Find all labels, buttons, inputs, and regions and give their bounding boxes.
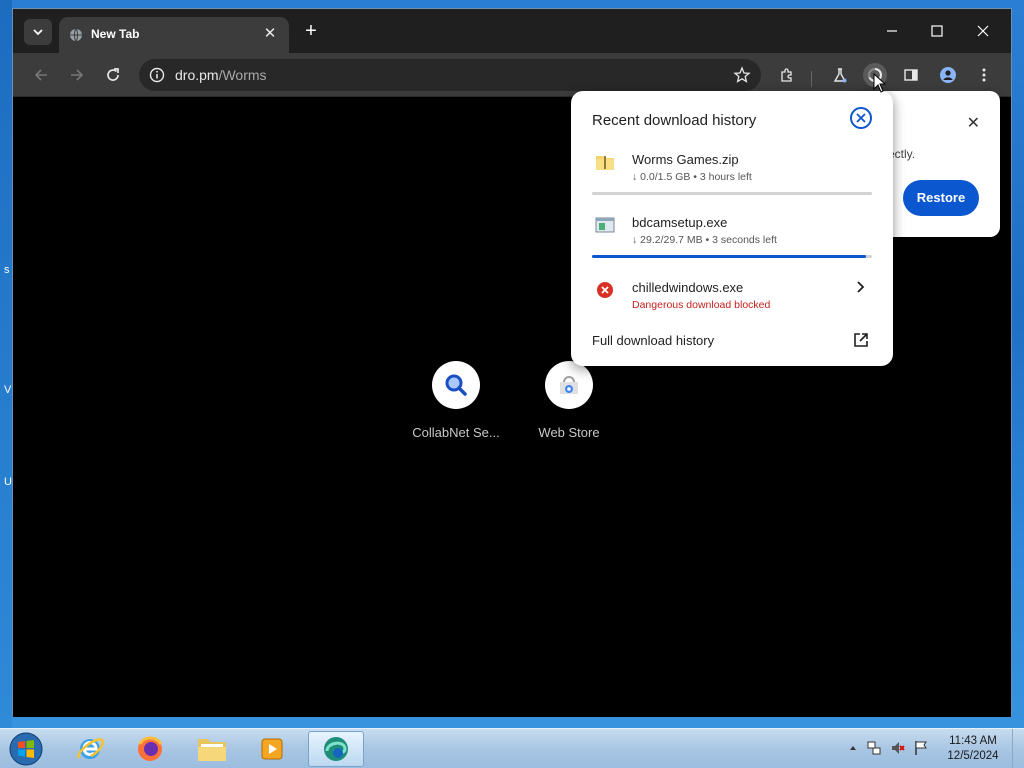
shortcut-tile (432, 361, 480, 409)
blocked-icon (597, 282, 613, 298)
close-icon (856, 113, 866, 123)
download-filename: Worms Games.zip (632, 152, 739, 167)
download-status: Dangerous download blocked (632, 299, 771, 311)
shortcut-web-store[interactable]: Web Store (519, 361, 619, 440)
close-window-button[interactable] (971, 19, 995, 43)
download-item[interactable]: Worms Games.zip ↓ 0.0/1.5 GB • 3 hours l… (571, 152, 893, 212)
restore-close-button[interactable]: ✕ (967, 113, 980, 133)
avatar-icon (940, 67, 956, 83)
chevron-down-icon (33, 29, 43, 36)
download-progress-bar (592, 192, 872, 195)
reload-button[interactable] (101, 63, 125, 87)
taskbar-media-player[interactable] (244, 731, 300, 767)
download-status: ↓ 29.2/29.7 MB • 3 seconds left (632, 234, 777, 246)
download-bubble-close-button[interactable] (850, 107, 872, 129)
firefox-icon (138, 736, 163, 761)
shortcut-tile (545, 361, 593, 409)
maximize-button[interactable] (925, 19, 949, 43)
back-button[interactable] (29, 63, 53, 87)
shortcut-label: Web Store (538, 425, 600, 440)
chevron-right-icon[interactable] (853, 280, 867, 294)
restore-button[interactable]: Restore (903, 180, 979, 216)
desktop-edge-glyph: s (4, 264, 10, 276)
profile-button[interactable] (936, 63, 960, 87)
maximize-icon (931, 25, 943, 37)
exe-file-icon (595, 217, 615, 233)
puzzle-icon (781, 68, 792, 82)
media-player-icon (261, 738, 283, 760)
tray-volume[interactable] (889, 739, 907, 757)
taskbar-file-explorer[interactable] (184, 731, 240, 767)
download-progress-fill (592, 255, 867, 258)
forward-button[interactable] (65, 63, 89, 87)
tray-network[interactable] (865, 739, 883, 757)
start-button[interactable] (6, 730, 46, 768)
zip-folder-icon (596, 156, 614, 170)
close-icon (977, 25, 989, 37)
address-bar[interactable]: dro.pm/Worms (139, 59, 761, 91)
download-filename: chilledwindows.exe (632, 280, 744, 295)
menu-button[interactable] (972, 63, 996, 87)
volume-muted-icon (892, 742, 905, 754)
url-path: /Worms (218, 67, 267, 83)
minimize-button[interactable] (880, 19, 904, 43)
web-store-icon (560, 376, 578, 394)
reload-icon (107, 68, 119, 81)
shortcut-label: CollabNet Se... (412, 425, 500, 440)
back-arrow-icon (34, 69, 47, 81)
url-text: dro.pm/Worms (175, 67, 267, 83)
download-filename: bdcamsetup.exe (632, 215, 728, 230)
labs-button[interactable] (828, 63, 852, 87)
taskbar-edge[interactable] (308, 731, 364, 767)
show-desktop-button[interactable] (1012, 729, 1024, 768)
minimize-icon (887, 30, 897, 32)
forward-arrow-icon (71, 69, 84, 81)
download-bubble-title: Recent download history (592, 112, 757, 129)
bookmark-star-icon[interactable] (733, 66, 751, 84)
download-progress-bar (592, 255, 872, 258)
edge-icon (324, 737, 348, 761)
network-icon (867, 741, 881, 755)
site-info-icon[interactable] (149, 67, 165, 83)
extensions-button[interactable] (775, 63, 799, 87)
clock-time: 11:43 AM (949, 735, 997, 747)
taskbar-internet-explorer[interactable] (62, 731, 118, 767)
kebab-menu-icon (982, 68, 986, 82)
download-status: ↓ 0.0/1.5 GB • 3 hours left (632, 171, 752, 183)
side-panel-button[interactable] (899, 63, 923, 87)
folder-icon (198, 739, 226, 761)
desktop-edge: s V U (0, 0, 12, 728)
tab-title: New Tab (91, 27, 140, 41)
shortcut-collabnet[interactable]: CollabNet Se... (406, 361, 506, 440)
open-external-icon[interactable] (853, 332, 869, 348)
toolbar-separator (811, 71, 812, 87)
taskbar-firefox[interactable] (122, 731, 178, 767)
tab-strip: New Tab ✕ + (13, 9, 1011, 53)
desktop-edge-glyph: V (4, 384, 12, 396)
globe-icon (70, 28, 82, 42)
side-panel-icon (904, 69, 918, 81)
mouse-cursor-icon (873, 73, 887, 93)
flask-icon (833, 68, 847, 83)
flag-icon (915, 741, 927, 755)
tab-new-tab[interactable]: New Tab ✕ (59, 17, 289, 53)
internet-explorer-icon (77, 738, 104, 759)
windows-logo-icon (9, 732, 43, 766)
chevron-up-icon (850, 746, 856, 750)
download-bubble: Recent download history Worms Games.zip … (571, 91, 893, 366)
show-hidden-icons-button[interactable] (844, 739, 862, 757)
tab-close-button[interactable]: ✕ (261, 25, 279, 43)
system-clock[interactable]: 11:43 AM 12/5/2024 (942, 734, 1004, 764)
url-host: dro.pm (175, 67, 219, 83)
desktop-edge-glyph: U (4, 476, 12, 488)
clock-date: 12/5/2024 (947, 750, 999, 762)
tray-action-center[interactable] (912, 739, 930, 757)
new-tab-button[interactable]: + (300, 20, 322, 42)
tab-search-button[interactable] (24, 19, 52, 45)
taskbar: 11:43 AM 12/5/2024 (0, 728, 1024, 768)
download-item[interactable]: chilledwindows.exe Dangerous download bl… (571, 280, 893, 340)
search-icon (445, 374, 467, 396)
download-item[interactable]: bdcamsetup.exe ↓ 29.2/29.7 MB • 3 second… (571, 215, 893, 275)
full-download-history-link[interactable]: Full download history (592, 333, 714, 348)
